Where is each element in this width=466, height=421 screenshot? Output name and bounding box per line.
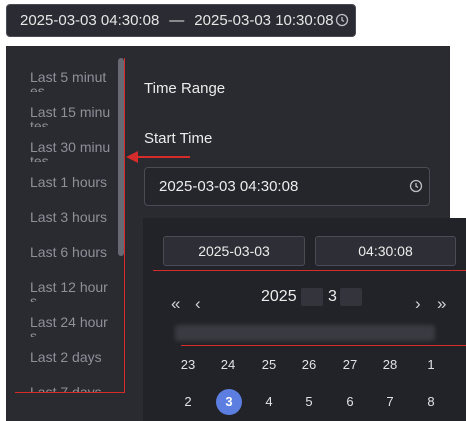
quick-range-list[interactable]: Last 5 minutes Last 15 minutes Last 30 m… [6,46,124,393]
calendar-day[interactable]: 27 [337,352,363,378]
quick-range-item[interactable]: Last 1 hours [30,175,112,197]
quick-range-item[interactable]: Last 5 minutes [30,70,112,92]
calendar-day[interactable]: 5 [296,389,322,415]
range-end-text: 2025-03-03 10:30:08 [194,12,334,29]
clock-icon [335,13,349,31]
quick-range-item[interactable]: Last 24 hours [30,315,112,337]
calendar-day[interactable]: 26 [296,352,322,378]
calendar-day[interactable]: 1 [418,352,444,378]
calendar-time-input[interactable]: 04:30:08 [315,236,456,266]
quick-range-item[interactable]: Last 6 hours [30,245,112,267]
annotation-line [181,345,466,346]
annotation-line [153,270,466,271]
clock-icon [409,179,423,197]
next-month-button[interactable]: › [415,294,421,314]
calendar-day[interactable]: 7 [377,389,403,415]
date-picker-calendar: 2025-03-03 04:30:08 « ‹ 2025 3 › » 23 24… [143,218,466,421]
calendar-day[interactable]: 24 [215,352,241,378]
calendar-day[interactable]: 4 [256,389,282,415]
quick-range-item[interactable]: Last 12 hours [30,280,112,302]
calendar-month[interactable]: 3 [328,288,337,306]
calendar-day[interactable]: 25 [256,352,282,378]
range-start-text: 2025-03-03 04:30:08 [20,12,160,29]
calendar-day[interactable]: 23 [175,352,201,378]
range-separator: — [169,12,185,29]
calendar-year[interactable]: 2025 [261,288,297,306]
calendar-day[interactable]: 8 [418,389,444,415]
quick-range-item[interactable]: Last 30 minutes [30,140,112,162]
annotation-arrow [126,151,190,163]
start-time-input[interactable]: 2025-03-03 04:30:08 [144,167,430,206]
annotation-line-horizontal [15,392,125,393]
annotation-line-vertical [124,58,125,393]
start-time-value: 2025-03-03 04:30:08 [159,178,299,195]
calendar-day-selected[interactable]: 3 [216,389,242,415]
calendar-date-input[interactable]: 2025-03-03 [163,236,305,266]
time-range-input[interactable]: 2025-03-03 04:30:08 — 2025-03-03 10:30:0… [6,4,356,37]
next-year-button[interactable]: » [437,294,446,314]
calendar-day[interactable]: 2 [175,389,201,415]
prev-year-button[interactable]: « [171,294,180,314]
weekday-header-blurred [175,325,435,341]
month-suffix-blurred [340,288,362,306]
year-suffix-blurred [301,288,323,306]
prev-month-button[interactable]: ‹ [195,294,201,314]
time-range-heading: Time Range [144,80,226,97]
quick-range-item[interactable]: Last 2 days [30,350,112,372]
calendar-day[interactable]: 28 [377,352,403,378]
quick-range-item[interactable]: Last 15 minutes [30,105,112,127]
start-time-label: Start Time [144,130,213,147]
quick-range-item[interactable]: Last 3 hours [30,210,112,232]
calendar-day[interactable]: 6 [337,389,363,415]
